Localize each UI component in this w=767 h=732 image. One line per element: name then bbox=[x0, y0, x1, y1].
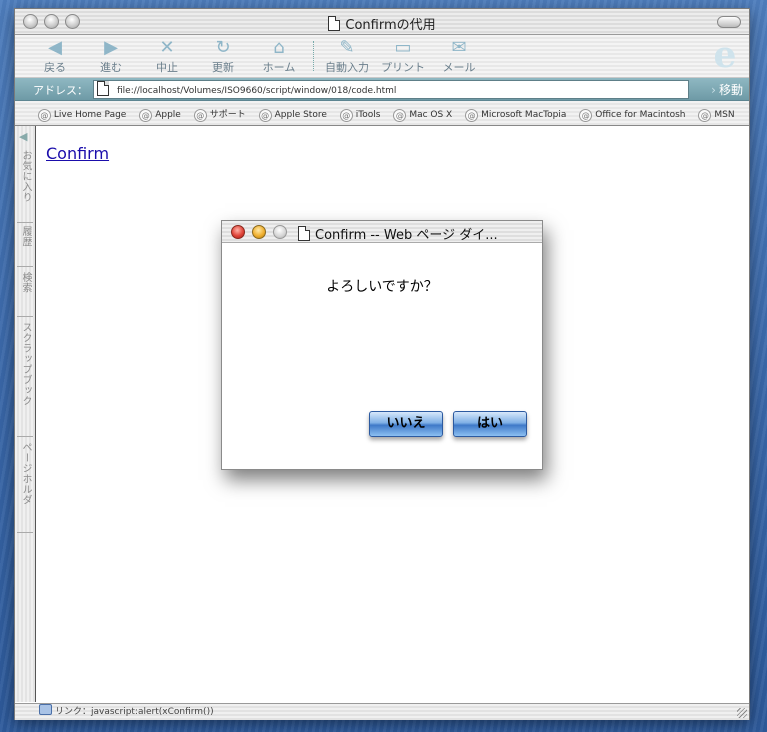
back-button[interactable]: ◀ 戻る bbox=[27, 37, 83, 75]
toolbar-toggle-button[interactable] bbox=[717, 16, 741, 28]
back-arrow-icon: ◀ bbox=[48, 37, 62, 58]
favorite-live-home-page[interactable]: @ Live Home Page bbox=[37, 109, 126, 122]
favorite-msn[interactable]: @ MSN bbox=[698, 109, 735, 122]
favorite-mactopia[interactable]: @ Microsoft MacTopia bbox=[465, 109, 566, 122]
favorite-office-mac[interactable]: @ Office for Macintosh bbox=[579, 109, 685, 122]
favorite-at-icon: @ bbox=[393, 109, 407, 122]
address-input[interactable]: file://localhost/Volumes/ISO9660/script/… bbox=[93, 80, 689, 99]
mail-button[interactable]: ✉ メール bbox=[431, 37, 487, 75]
no-button[interactable]: いいえ bbox=[369, 411, 443, 437]
dialog-close-button[interactable] bbox=[231, 225, 245, 239]
refresh-icon: ↻ bbox=[215, 37, 231, 58]
print-button[interactable]: ▭ プリント bbox=[375, 37, 431, 75]
go-button[interactable]: › 移動 bbox=[711, 81, 743, 98]
resize-grip[interactable] bbox=[737, 708, 747, 718]
favorite-at-icon: @ bbox=[37, 109, 51, 122]
status-text: リンク：javascript:alert(xConfirm()) bbox=[55, 707, 214, 717]
mail-envelope-icon: ✉ bbox=[451, 37, 467, 58]
address-bar: アドレス： file://localhost/Volumes/ISO9660/s… bbox=[15, 78, 749, 101]
sidebar-tab-page-holder[interactable]: ページホルダ bbox=[17, 442, 33, 533]
autofill-pen-icon: ✎ bbox=[339, 37, 355, 58]
favorite-at-icon: @ bbox=[193, 109, 207, 122]
favorite-mac-os-x[interactable]: @ Mac OS X bbox=[393, 109, 452, 122]
favorite-at-icon: @ bbox=[139, 109, 153, 122]
autofill-button[interactable]: ✎ 自動入力 bbox=[319, 37, 375, 75]
sidebar-tab-scrapbook[interactable]: スクラップブック bbox=[17, 322, 33, 437]
printer-icon: ▭ bbox=[394, 37, 412, 58]
sidebar-tab-history[interactable]: 履歴 bbox=[17, 226, 33, 267]
home-icon: ⌂ bbox=[273, 37, 285, 58]
sidebar-tab-search[interactable]: 検索 bbox=[17, 272, 33, 317]
favorite-apple[interactable]: @ Apple bbox=[139, 109, 181, 122]
go-chevron-icon: › bbox=[711, 83, 716, 97]
stop-button[interactable]: ✕ 中止 bbox=[139, 37, 195, 75]
favorite-itools[interactable]: @ iTools bbox=[339, 109, 380, 122]
window-title: Confirmの代用 bbox=[15, 14, 749, 33]
dialog-titlebar[interactable]: Confirm -- Web ページ ダイ... bbox=[222, 221, 542, 243]
favorite-at-icon: @ bbox=[258, 109, 272, 122]
toolbar-separator bbox=[313, 41, 314, 71]
dialog-title: Confirm -- Web ページ ダイ... bbox=[298, 224, 498, 243]
confirm-link[interactable]: Confirm bbox=[46, 144, 109, 163]
window-titlebar[interactable]: Confirmの代用 bbox=[15, 9, 749, 35]
dialog-zoom-button bbox=[273, 225, 287, 239]
dialog-document-icon bbox=[298, 226, 310, 241]
confirm-dialog: Confirm -- Web ページ ダイ... よろしいですか？ いいえ はい bbox=[221, 220, 543, 470]
favorite-at-icon: @ bbox=[698, 109, 712, 122]
dialog-message: よろしいですか？ bbox=[326, 279, 438, 295]
explorer-sidebar: ◀ お気に入り 履歴 検索 スクラップブック ページホルダ bbox=[15, 126, 36, 702]
favorite-at-icon: @ bbox=[339, 109, 353, 122]
forward-arrow-icon: ▶ bbox=[104, 37, 118, 58]
dialog-minimize-button[interactable] bbox=[252, 225, 266, 239]
sidebar-expand-icon[interactable]: ◀ bbox=[19, 130, 27, 143]
toolbar: ◀ 戻る ▶ 進む ✕ 中止 ↻ 更新 ⌂ ホーム ✎ 自動入力 ▭ プリント … bbox=[15, 35, 749, 78]
favorites-bar: @ Live Home Page @ Apple @ サポート @ Apple Stor… bbox=[15, 101, 749, 126]
status-bar: リンク：javascript:alert(xConfirm()) bbox=[15, 703, 749, 720]
stop-x-icon: ✕ bbox=[159, 37, 175, 58]
forward-button[interactable]: ▶ 進む bbox=[83, 37, 139, 75]
address-label: アドレス： bbox=[33, 84, 88, 97]
favorite-at-icon: @ bbox=[465, 109, 479, 122]
refresh-button[interactable]: ↻ 更新 bbox=[195, 37, 251, 75]
sidebar-tab-favorites[interactable]: お気に入り bbox=[17, 150, 33, 223]
yes-button[interactable]: はい bbox=[453, 411, 527, 437]
ie-logo-icon: e bbox=[713, 34, 737, 76]
favorite-apple-store[interactable]: @ Apple Store bbox=[258, 109, 327, 122]
home-button[interactable]: ⌂ ホーム bbox=[251, 37, 307, 75]
document-icon bbox=[328, 16, 341, 31]
link-status-icon bbox=[39, 704, 52, 715]
favorite-support[interactable]: @ サポート bbox=[193, 107, 246, 122]
favorite-at-icon: @ bbox=[579, 109, 593, 122]
page-document-icon bbox=[97, 81, 109, 96]
